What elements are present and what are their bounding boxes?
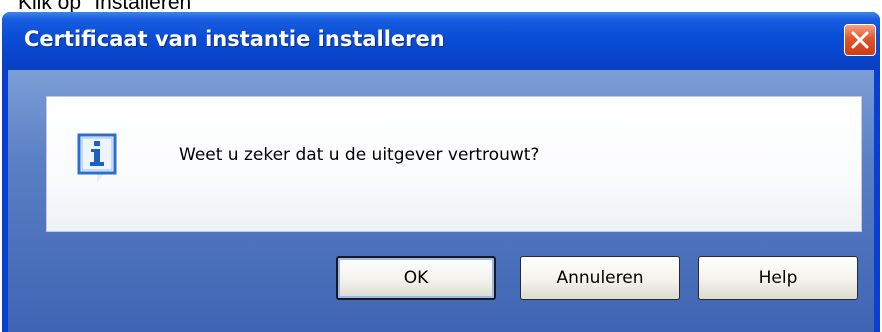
- help-button[interactable]: Help: [698, 256, 858, 300]
- cancel-button[interactable]: Annuleren: [520, 256, 680, 300]
- dialog-body: Weet u zeker dat u de uitgever vertrouwt…: [8, 70, 874, 332]
- ok-button[interactable]: OK: [336, 256, 496, 300]
- close-button[interactable]: [844, 24, 876, 56]
- dialog-window: Certificaat van instantie installeren We…: [2, 12, 880, 332]
- message-text: Weet u zeker dat u de uitgever vertrouwt…: [179, 145, 540, 165]
- close-icon: [851, 31, 869, 49]
- info-icon: [77, 133, 117, 183]
- message-panel: Weet u zeker dat u de uitgever vertrouwt…: [46, 96, 862, 232]
- title-bar[interactable]: Certificaat van instantie installeren: [2, 12, 880, 70]
- window-title: Certificaat van instantie installeren: [24, 27, 445, 51]
